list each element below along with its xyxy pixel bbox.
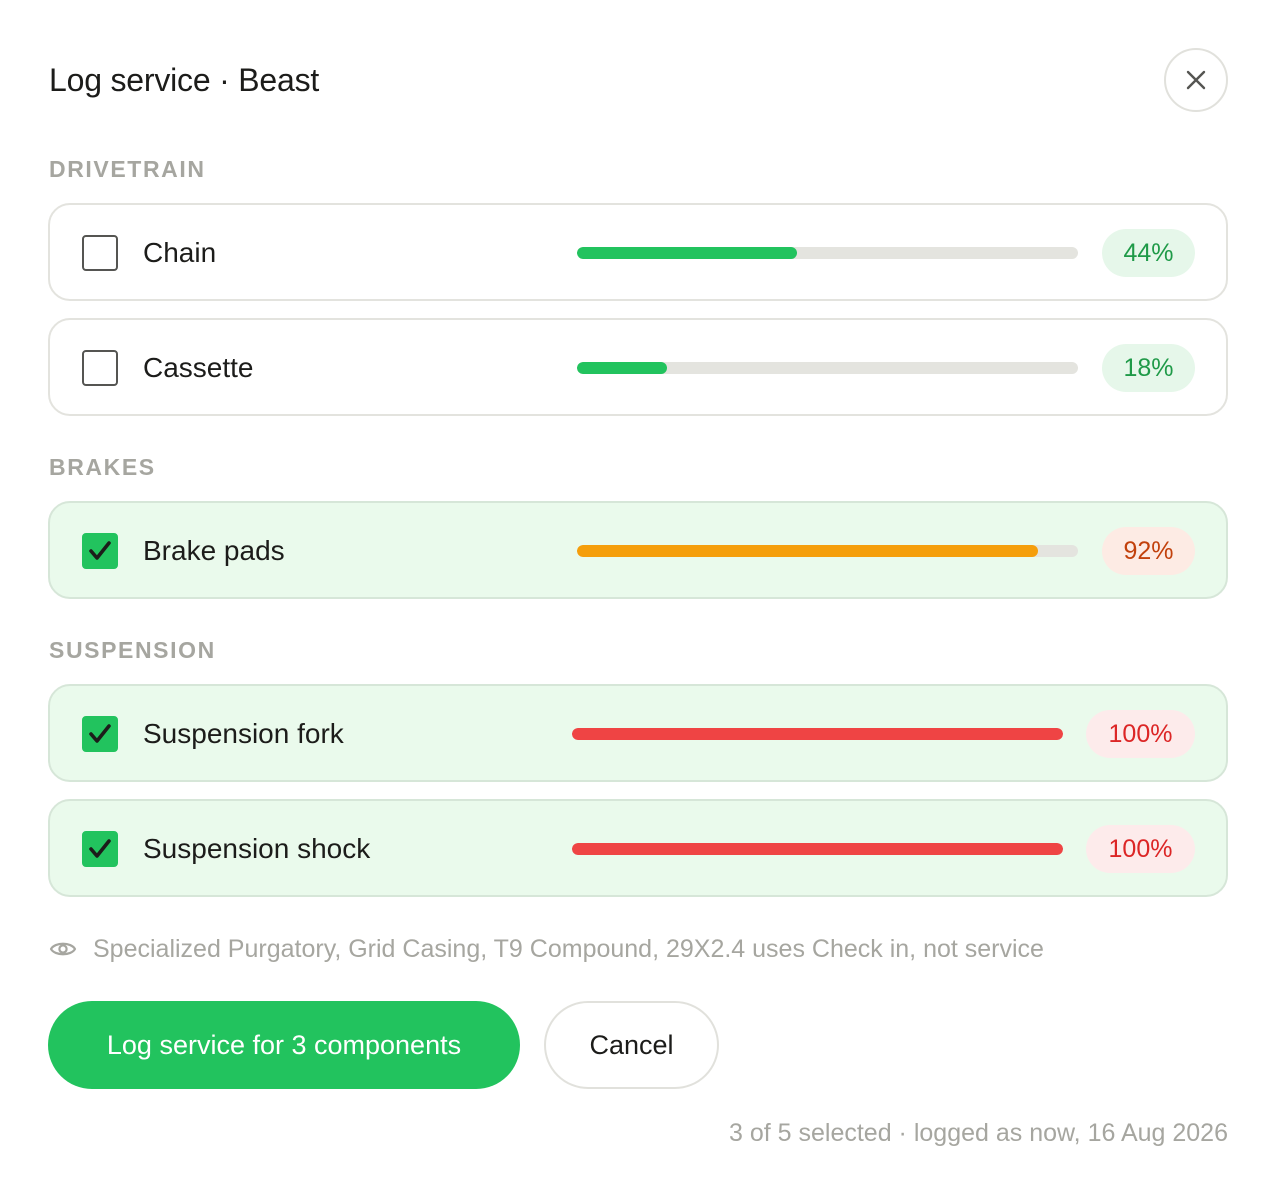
checkmark-icon: [89, 724, 111, 743]
component-label: Suspension shock: [143, 833, 371, 864]
wear-badge: 92%: [1102, 527, 1195, 575]
close-icon: [1186, 70, 1206, 90]
dialog-title: Log service · Beast: [49, 62, 320, 98]
component-row-chain[interactable]: Chain 44%: [48, 203, 1228, 301]
log-service-dialog: Log service · Beast DRIVETRAIN Chain 44%…: [0, 0, 1276, 1199]
checkbox-suspension-fork[interactable]: [82, 716, 118, 752]
wear-bar-fill: [577, 545, 1038, 557]
close-button[interactable]: [1164, 48, 1228, 112]
component-label: Cassette: [143, 352, 254, 383]
wear-badge: 44%: [1102, 229, 1195, 277]
wear-bar-fill: [577, 247, 798, 259]
component-row-suspension-shock[interactable]: Suspension shock 100%: [48, 799, 1228, 897]
wear-bar: [577, 247, 1078, 259]
checkbox-suspension-shock[interactable]: [82, 831, 118, 867]
wear-bar-fill: [572, 843, 1063, 855]
checkbox-cassette[interactable]: [82, 350, 118, 386]
component-label: Chain: [143, 237, 217, 268]
wear-bar: [572, 843, 1063, 855]
wear-badge: 100%: [1086, 825, 1195, 873]
component-row-cassette[interactable]: Cassette 18%: [48, 318, 1228, 416]
checkbox-brake-pads[interactable]: [82, 533, 118, 569]
checkmark-icon: [89, 541, 111, 560]
eye-icon: [49, 942, 77, 956]
checkmark-icon: [89, 839, 111, 858]
cancel-button[interactable]: Cancel: [544, 1001, 719, 1089]
component-label: Brake pads: [143, 535, 285, 566]
log-service-button[interactable]: Log service for 3 components: [48, 1001, 520, 1089]
tire-note: Specialized Purgatory, Grid Casing, T9 C…: [49, 932, 1044, 966]
note-text: Specialized Purgatory, Grid Casing, T9 C…: [93, 935, 1044, 963]
checkbox-chain[interactable]: [82, 235, 118, 271]
wear-badge: 18%: [1102, 344, 1195, 392]
wear-badge: 100%: [1086, 710, 1195, 758]
wear-bar: [577, 545, 1078, 557]
component-row-suspension-fork[interactable]: Suspension fork 100%: [48, 684, 1228, 782]
component-row-brake-pads[interactable]: Brake pads 92%: [48, 501, 1228, 599]
section-label-brakes: BRAKES: [49, 454, 156, 480]
wear-bar: [577, 362, 1078, 374]
section-label-suspension: SUSPENSION: [49, 637, 216, 663]
component-label: Suspension fork: [143, 718, 344, 749]
selection-summary: 3 of 5 selected · logged as now, 16 Aug …: [729, 1119, 1228, 1147]
wear-bar-fill: [577, 362, 668, 374]
wear-bar-fill: [572, 728, 1063, 740]
section-label-drivetrain: DRIVETRAIN: [49, 156, 206, 182]
wear-bar: [572, 728, 1063, 740]
